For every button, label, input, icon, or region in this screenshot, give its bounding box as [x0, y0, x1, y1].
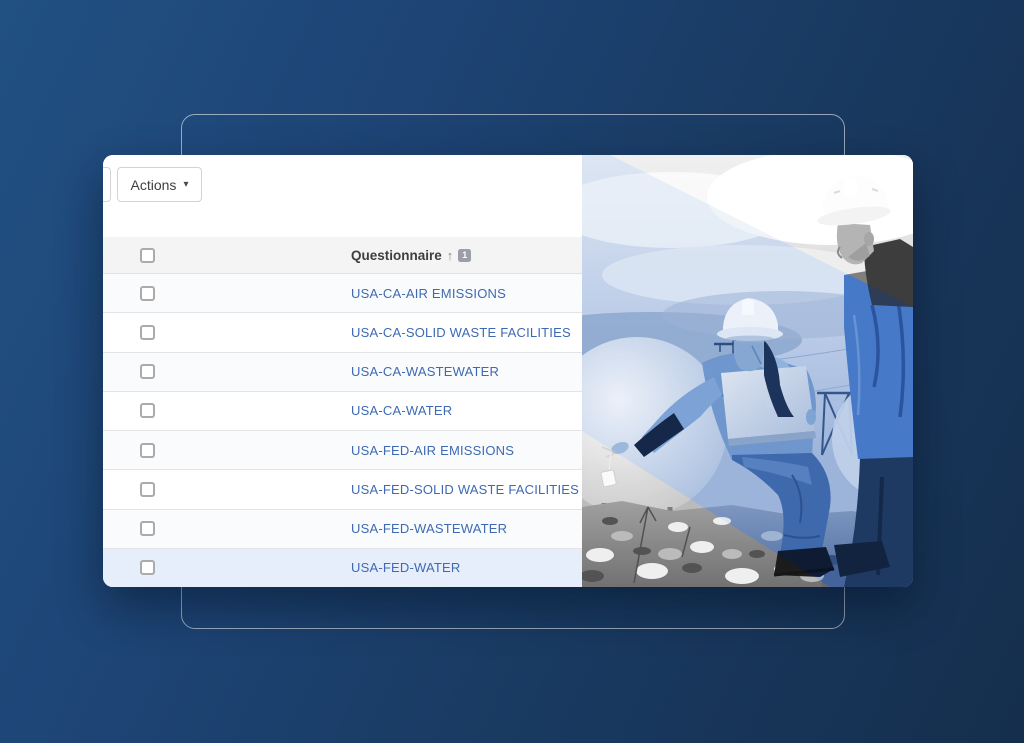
column-header-label: Questionnaire [351, 248, 442, 263]
row-checkbox[interactable] [140, 364, 155, 379]
table-body: USA-CA-AIR EMISSIONS USA-CA-SOLID WASTE … [103, 274, 582, 587]
row-checkbox[interactable] [140, 521, 155, 536]
table-header-row: Questionnaire ↑ 1 [103, 237, 582, 274]
questionnaire-link[interactable]: USA-FED-WATER [351, 560, 460, 575]
questionnaire-link[interactable]: USA-CA-WATER [351, 403, 452, 418]
row-checkbox[interactable] [140, 286, 155, 301]
table-row[interactable]: USA-CA-AIR EMISSIONS [103, 274, 582, 312]
select-all-checkbox[interactable] [140, 248, 155, 263]
page-background: Actions ▾ Questionnaire ↑ 1 USA-CA-AIR E… [0, 0, 1024, 743]
row-checkbox[interactable] [140, 325, 155, 340]
table-row[interactable]: USA-FED-AIR EMISSIONS [103, 430, 582, 469]
row-checkbox[interactable] [140, 560, 155, 575]
table-row[interactable]: USA-CA-WATER [103, 391, 582, 430]
actions-button-label: Actions [131, 177, 177, 193]
sort-ascending-icon[interactable]: ↑ [447, 248, 454, 263]
table-row[interactable]: USA-FED-WASTEWATER [103, 509, 582, 548]
sort-order-badge: 1 [458, 249, 471, 262]
questionnaire-card: Actions ▾ Questionnaire ↑ 1 USA-CA-AIR E… [103, 155, 913, 587]
hero-photo [582, 155, 913, 587]
toolbar: Actions ▾ [103, 155, 582, 237]
questionnaire-link[interactable]: USA-FED-WASTEWATER [351, 521, 507, 536]
questionnaire-link[interactable]: USA-CA-SOLID WASTE FACILITIES [351, 325, 571, 340]
chevron-down-icon: ▾ [183, 179, 188, 190]
questionnaire-column-header[interactable]: Questionnaire ↑ 1 [351, 248, 471, 263]
questionnaire-link[interactable]: USA-CA-WASTEWATER [351, 364, 499, 379]
field-workers-illustration [582, 155, 913, 587]
row-checkbox[interactable] [140, 482, 155, 497]
row-checkbox[interactable] [140, 443, 155, 458]
questionnaire-link[interactable]: USA-FED-AIR EMISSIONS [351, 443, 514, 458]
table-row[interactable]: USA-CA-WASTEWATER [103, 352, 582, 391]
row-checkbox[interactable] [140, 403, 155, 418]
questionnaire-link[interactable]: USA-FED-SOLID WASTE FACILITIES [351, 482, 579, 497]
questionnaire-link[interactable]: USA-CA-AIR EMISSIONS [351, 286, 506, 301]
actions-dropdown-button[interactable]: Actions ▾ [117, 167, 202, 202]
table-row[interactable]: USA-FED-WATER [103, 548, 582, 587]
table-row[interactable]: USA-FED-SOLID WASTE FACILITIES [103, 469, 582, 508]
table-row[interactable]: USA-CA-SOLID WASTE FACILITIES [103, 312, 582, 351]
clipped-edge-button[interactable] [103, 167, 111, 202]
questionnaire-table-pane: Actions ▾ Questionnaire ↑ 1 USA-CA-AIR E… [103, 155, 582, 587]
